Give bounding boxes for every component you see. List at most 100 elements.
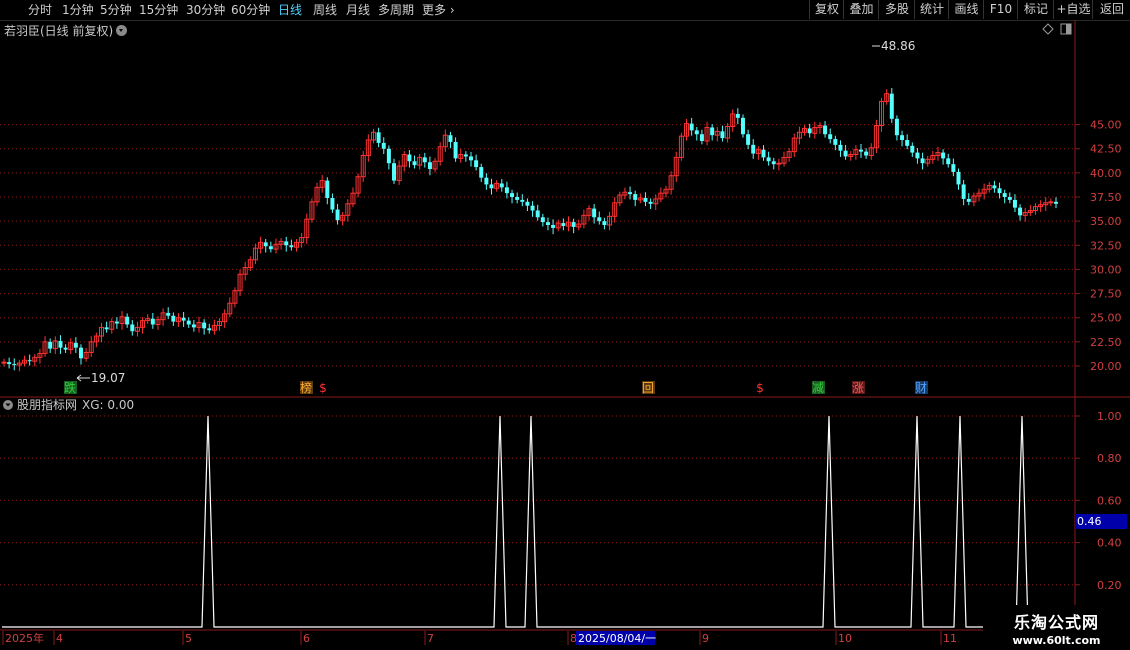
candle-body	[386, 148, 391, 164]
candle-body	[694, 130, 699, 135]
xg-line	[2, 415, 1075, 628]
candle-body	[381, 142, 386, 149]
candle-body	[828, 134, 833, 140]
high-price-label: 48.86	[881, 39, 915, 53]
candle-body	[1002, 193, 1007, 197]
candle-body	[407, 154, 412, 162]
xg-indicator-line	[2, 415, 1075, 628]
indicator-tick-label: 0.40	[1097, 537, 1122, 550]
candle-body	[392, 163, 397, 181]
high-price-marker: 48.86	[872, 39, 915, 53]
event-badge[interactable]: 减	[812, 381, 824, 395]
time-tick-label: 8	[570, 632, 577, 645]
candle-body	[648, 201, 653, 204]
candle-body	[166, 312, 171, 316]
indicator-axis: 1.00 0.80 0.60 0.40 0.20	[1075, 410, 1122, 592]
candle-body	[499, 183, 504, 188]
candle-body	[1054, 201, 1058, 204]
candle-body	[776, 162, 782, 165]
candle-body	[894, 118, 899, 136]
candle-body	[633, 194, 638, 200]
candle-body	[951, 164, 956, 172]
candle-body	[561, 223, 566, 226]
candle-body	[740, 117, 745, 135]
candle-body	[597, 217, 602, 222]
event-badge[interactable]: 涨	[852, 380, 864, 395]
site-watermark: 乐淘公式网 www.60lt.com	[983, 605, 1130, 650]
candle-body	[325, 180, 330, 198]
event-badge[interactable]: 跌	[64, 380, 76, 395]
candle-body	[628, 192, 633, 195]
event-badge[interactable]: $	[756, 381, 764, 395]
watermark-url: www.60lt.com	[1012, 634, 1101, 647]
candle-body	[992, 185, 997, 189]
candle-body	[905, 140, 910, 146]
candle-body	[48, 341, 53, 349]
event-badge[interactable]: 榜	[300, 380, 312, 395]
candle-body	[592, 208, 597, 218]
event-badge[interactable]: $	[319, 381, 327, 395]
indicator-tick-label: 0.20	[1097, 579, 1122, 592]
indicator-gridlines	[0, 415, 1075, 586]
indicator-tick-label: 0.60	[1097, 494, 1122, 507]
event-markers: 跌 榜 $ 回 $ 减 涨 财	[64, 380, 928, 395]
candle-body	[864, 151, 869, 156]
date-cursor: 2025/08/04/一	[576, 631, 656, 645]
candle-body	[735, 113, 740, 118]
candle-body	[268, 246, 273, 250]
window-toggle-icon[interactable]	[1060, 23, 1072, 35]
time-tick-label: 5	[185, 632, 192, 645]
candle-body	[889, 93, 894, 119]
candle-body	[545, 222, 550, 226]
candle-body	[191, 324, 196, 328]
price-tick-label: 45.00	[1090, 119, 1122, 132]
current-value-text: 0.46	[1077, 515, 1102, 528]
cursor-date-text: 2025/08/04/一	[578, 632, 656, 645]
candle-body	[771, 161, 776, 165]
time-tick-label: 10	[838, 632, 852, 645]
candle-body	[956, 171, 961, 185]
candle-body	[479, 167, 484, 178]
time-tick-label: 4	[56, 632, 63, 645]
event-badge[interactable]: 回	[642, 381, 654, 395]
candle-body	[699, 134, 704, 141]
candle-body	[463, 154, 468, 157]
candle-body	[412, 161, 417, 166]
candle-body	[1007, 197, 1012, 200]
time-tick-label: 9	[702, 632, 709, 645]
diamond-icon[interactable]	[1042, 23, 1054, 35]
candle-body	[1018, 207, 1023, 216]
time-tick-label: 7	[427, 632, 434, 645]
candle-body	[207, 328, 212, 331]
stock-chart-canvas[interactable]: 45.00 42.50 40.00 37.50 35.00 32.50 30.00 27.50…	[0, 0, 1130, 650]
time-axis: 2025年 4 5 6 7 8 9 10 11	[2, 631, 957, 645]
candle-body	[489, 184, 494, 189]
price-tick-label: 27.50	[1090, 288, 1122, 301]
candle-body	[551, 225, 556, 228]
candle-body	[202, 322, 207, 329]
price-gridlines	[0, 124, 1075, 367]
candle-body	[643, 197, 648, 202]
candle-body	[12, 364, 17, 366]
candle-body	[330, 197, 335, 210]
candle-body	[63, 347, 68, 350]
time-tick-label: 6	[303, 632, 310, 645]
candle-body	[920, 158, 925, 164]
candle-body	[941, 152, 946, 159]
candle-body	[468, 156, 473, 161]
indicator-title-bar[interactable]: 股朋指标网 XG: 0.00	[3, 397, 134, 412]
candle-body	[484, 177, 489, 185]
candle-body	[571, 222, 576, 227]
candle-body	[510, 193, 515, 197]
candle-body	[130, 324, 135, 332]
candle-body	[746, 134, 751, 145]
candle-body	[915, 152, 920, 159]
candle-body	[448, 135, 453, 142]
candle-body	[823, 125, 828, 135]
candle-body	[520, 199, 525, 202]
event-badge[interactable]: 财	[915, 381, 927, 395]
watermark-title: 乐淘公式网	[1013, 613, 1099, 632]
candle-body	[843, 150, 848, 157]
price-tick-label: 40.00	[1090, 167, 1122, 180]
candle-body	[58, 340, 63, 348]
